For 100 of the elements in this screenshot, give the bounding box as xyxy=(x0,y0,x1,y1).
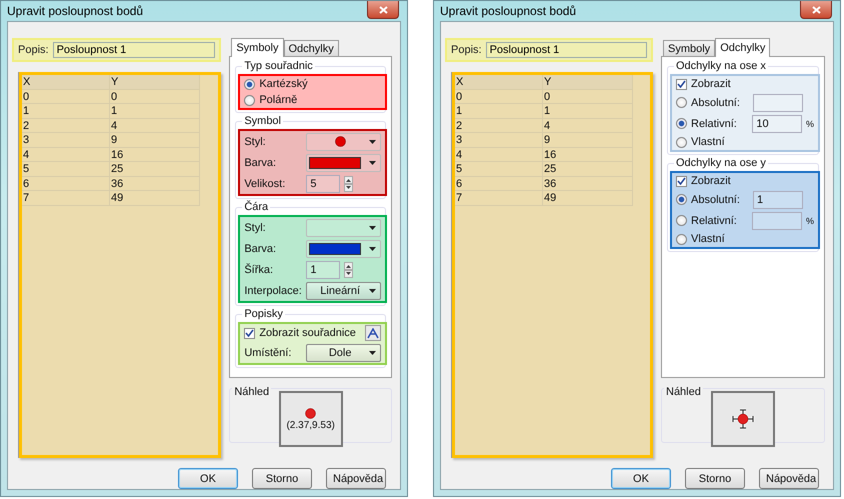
column-header[interactable]: X xyxy=(22,75,110,90)
field-label: Velikost: xyxy=(244,178,286,190)
value-field[interactable]: 10 xyxy=(752,114,802,132)
radio-label: Vlastní xyxy=(691,233,725,245)
dialog-button[interactable]: OK xyxy=(611,468,671,489)
point-label: (2.37,9.53) xyxy=(286,420,335,430)
radio-button[interactable] xyxy=(676,234,687,244)
radio-label: Polárně xyxy=(259,94,298,106)
radio-button[interactable] xyxy=(676,118,687,129)
column-header[interactable]: Y xyxy=(110,75,200,90)
tab[interactable]: Odchylky xyxy=(715,38,770,57)
color-dropdown[interactable] xyxy=(306,154,381,172)
dialog-button[interactable]: Storno xyxy=(252,468,312,489)
field-label: Umístění: xyxy=(244,346,292,358)
close-button[interactable] xyxy=(800,1,832,19)
checkmark-icon xyxy=(245,329,254,337)
checkbox-label: Zobrazit xyxy=(691,175,732,187)
spin-buttons[interactable] xyxy=(344,262,354,278)
circle-symbol-icon xyxy=(334,136,346,147)
number-field[interactable]: 1 xyxy=(306,260,340,278)
field-label: Barva: xyxy=(244,242,278,254)
radio-button[interactable] xyxy=(676,194,687,205)
label-style-button[interactable] xyxy=(365,325,381,341)
radio-button[interactable] xyxy=(676,97,687,108)
table-cell: 16 xyxy=(543,148,633,162)
table-cell: 9 xyxy=(543,133,633,148)
value-field[interactable] xyxy=(753,94,803,112)
radio-button[interactable] xyxy=(676,215,687,226)
radio-label: Relativní: xyxy=(691,214,738,226)
number-field[interactable]: 5 xyxy=(306,174,340,192)
point-marker-icon xyxy=(305,408,316,418)
table-cell: 9 xyxy=(110,133,200,148)
table-cell: 0 xyxy=(455,90,543,104)
radio-label: Relativní: xyxy=(691,118,738,130)
table-cell: 2 xyxy=(455,118,543,133)
column-header[interactable]: Y xyxy=(543,75,633,90)
checkbox[interactable] xyxy=(676,78,687,90)
unit-label: % xyxy=(806,216,814,226)
column-header[interactable]: X xyxy=(455,75,543,90)
value-field[interactable]: 1 xyxy=(753,190,803,208)
group-title: Popisky xyxy=(242,308,285,321)
field-label: Popis: xyxy=(451,44,482,56)
table-cell: 4 xyxy=(455,148,543,162)
radio-button[interactable] xyxy=(244,94,256,106)
table-cell: 4 xyxy=(22,148,110,162)
group-title: Odchylky na ose y xyxy=(674,157,768,170)
checkbox[interactable] xyxy=(244,328,256,338)
table-cell: 3 xyxy=(455,133,543,148)
table-cell: 16 xyxy=(110,148,200,162)
dialog-button[interactable]: Nápověda xyxy=(759,468,819,489)
radio-button[interactable] xyxy=(244,78,256,90)
radio-button[interactable] xyxy=(676,136,687,148)
dialog-button[interactable]: OK xyxy=(178,468,238,489)
field-label: Barva: xyxy=(244,156,278,168)
table-cell: 0 xyxy=(110,90,200,104)
tab[interactable]: Odchylky xyxy=(284,40,339,56)
table-cell: 6 xyxy=(455,176,543,191)
tab[interactable]: Symboly xyxy=(663,40,716,56)
dropdown-arrow-icon xyxy=(369,350,376,354)
table-cell: 2 xyxy=(22,118,110,133)
group-title: Typ souřadnic xyxy=(242,60,315,73)
unit-label: % xyxy=(806,118,814,128)
table-cell: 7 xyxy=(22,191,110,206)
close-icon xyxy=(812,6,820,14)
table-cell: 1 xyxy=(110,104,200,118)
window-title: Upravit posloupnost bodů xyxy=(7,4,144,18)
up-down-arrows-icon xyxy=(344,176,354,192)
value-field[interactable] xyxy=(752,212,802,230)
radio-label: Kartézský xyxy=(259,78,308,90)
table-cell: 5 xyxy=(22,162,110,176)
dropdown-arrow-icon xyxy=(369,140,376,144)
dropdown-arrow-icon xyxy=(369,160,376,164)
description-field[interactable]: Posloupnost 1 xyxy=(486,42,647,58)
table-cell: 25 xyxy=(110,162,200,176)
radio-label: Absolutní: xyxy=(691,194,741,206)
dropdown[interactable]: Lineární xyxy=(306,282,381,300)
tab[interactable]: Symboly xyxy=(231,38,284,57)
dropdown[interactable] xyxy=(306,132,381,150)
spin-buttons[interactable] xyxy=(344,176,354,192)
color-dropdown[interactable] xyxy=(306,240,381,258)
table-cell: 36 xyxy=(543,176,633,191)
field-label: Styl: xyxy=(244,222,267,234)
table-cell: 4 xyxy=(110,118,200,133)
table-cell: 36 xyxy=(110,176,200,191)
up-down-arrows-icon xyxy=(344,262,354,278)
checkbox[interactable] xyxy=(676,176,687,186)
checkmark-icon xyxy=(677,80,686,88)
checkbox-label: Zobrazit souřadnice xyxy=(259,327,357,339)
close-icon xyxy=(378,6,388,14)
dialog-button[interactable]: Storno xyxy=(685,468,745,489)
close-button[interactable] xyxy=(367,1,399,19)
group-title: Symbol xyxy=(242,115,283,128)
dropdown-arrow-icon xyxy=(369,226,376,230)
table-cell: 49 xyxy=(543,191,633,206)
dropdown[interactable]: Dole xyxy=(306,344,381,362)
dropdown-arrow-icon xyxy=(368,288,376,292)
group-title: Odchylky na ose x xyxy=(674,60,768,73)
field-label: Interpolace: xyxy=(244,284,302,296)
description-field[interactable]: Posloupnost 1 xyxy=(52,42,216,58)
dialog-button[interactable]: Nápověda xyxy=(326,468,386,489)
